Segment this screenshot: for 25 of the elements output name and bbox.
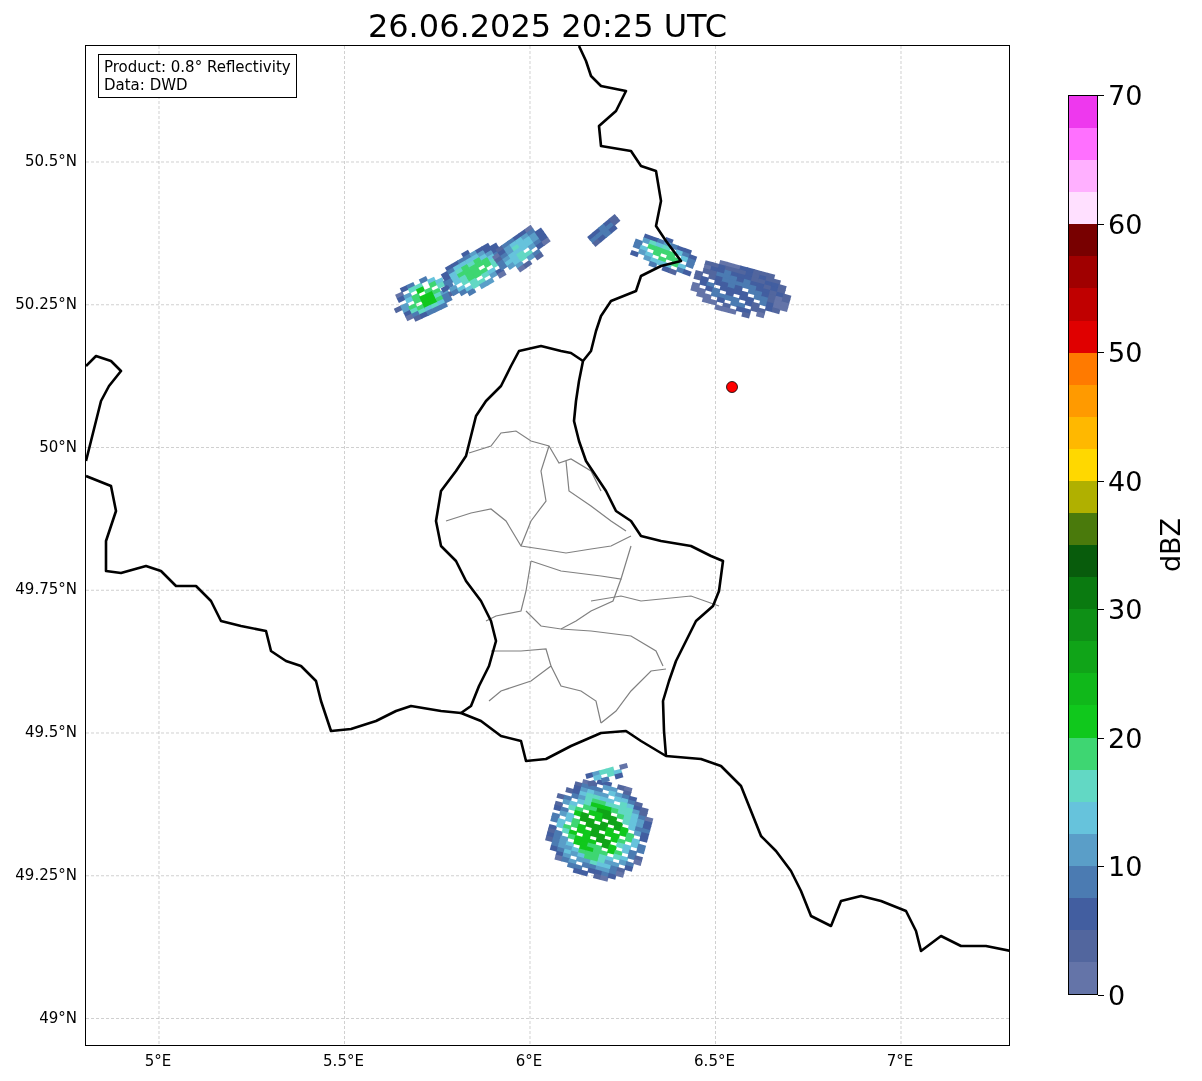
colorbar-tick-label: 20 — [1108, 724, 1143, 752]
longitude-label: 5°E — [144, 1052, 172, 1070]
radar-site-marker-icon — [726, 381, 738, 393]
colorbar-label: dBZ — [1154, 517, 1186, 573]
latitude-label: 50.5°N — [24, 152, 77, 170]
colorbar-tick-label: 40 — [1108, 467, 1143, 495]
longitude-label: 6°E — [515, 1052, 543, 1070]
longitude-label: 7°E — [886, 1052, 914, 1070]
colorbar-tick-label: 30 — [1108, 595, 1143, 623]
latitude-label: 49.5°N — [24, 723, 77, 741]
longitude-label: 6.5°E — [694, 1052, 735, 1070]
source-label: Data: DWD — [104, 76, 189, 94]
product-label: Product: 0.8° Reflectivity — [104, 58, 291, 76]
colorbar-tick-label: 50 — [1108, 338, 1143, 366]
latitude-label: 49.75°N — [15, 580, 77, 599]
map-title: 26.06.2025 20:25 UTC — [366, 6, 729, 45]
colorbar-tick-label: 70 — [1108, 81, 1143, 109]
latitude-label: 50.25°N — [15, 294, 77, 313]
colorbar-tick-label: 10 — [1108, 852, 1143, 880]
latitude-label: 49°N — [39, 1008, 77, 1027]
colorbar-tick-label: 0 — [1108, 981, 1126, 1009]
latitude-label: 49.25°N — [15, 865, 77, 884]
latitude-label: 50°N — [39, 437, 77, 456]
colorbar-tick-label: 60 — [1108, 210, 1143, 238]
longitude-label: 5.5°E — [323, 1052, 364, 1070]
